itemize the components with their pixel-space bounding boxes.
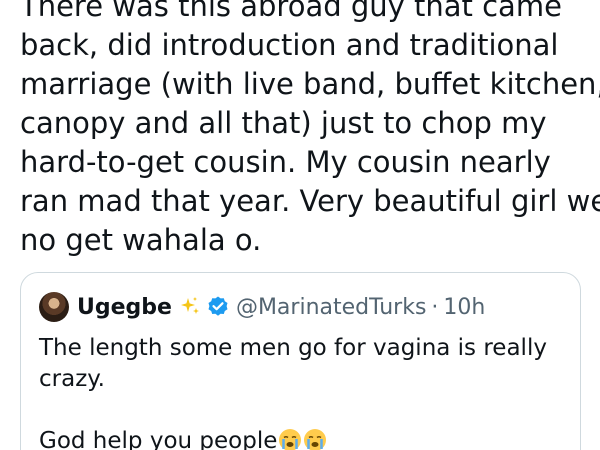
quoted-text-line: crazy. (39, 366, 105, 392)
tweet-text-line: There was this abroad guy that came (20, 0, 562, 23)
loudly-crying-face-icon (304, 429, 327, 450)
tweet-text-line: ran mad that year. Very beautiful girl w… (20, 184, 600, 218)
quoted-tweet-text: The length some men go for vagina is rea… (39, 333, 559, 450)
verified-badge-icon (208, 296, 228, 316)
display-name[interactable]: Ugegbe (77, 295, 172, 320)
quoted-tweet-card[interactable]: Ugegbe @MarinatedTurks · 10h The length … (20, 272, 581, 450)
tweet-text-line: marriage (with live band, buffet kitchen… (20, 67, 600, 101)
avatar[interactable] (39, 292, 69, 322)
separator-dot: · (431, 294, 439, 320)
quoted-text-line-3: God help you people (39, 428, 278, 450)
tweet-text-line: canopy and all that) just to chop my (20, 106, 547, 140)
user-handle[interactable]: @MarinatedTurks (236, 295, 426, 320)
tweet-text-line: back, did introduction and traditional (20, 28, 559, 62)
loudly-crying-face-icon (279, 429, 302, 450)
tweet-text-line: hard-to-get cousin. My cousin nearly (20, 145, 551, 179)
quoted-text-line: The length some men go for vagina is rea… (39, 335, 547, 361)
timestamp[interactable]: 10h (443, 295, 485, 320)
quoted-text-line: God help you people (39, 426, 559, 450)
tweet-text-line: no get wahala o. (20, 223, 262, 257)
tweet-text: There was this abroad guy that came back… (20, 0, 600, 260)
sparkles-icon (180, 297, 199, 314)
quoted-tweet-header: Ugegbe @MarinatedTurks · 10h (39, 290, 485, 324)
